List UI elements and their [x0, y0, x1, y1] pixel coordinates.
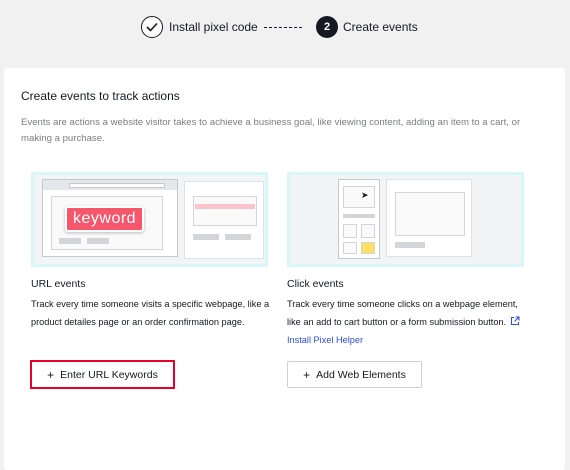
cursor-icon: ➤ — [361, 190, 369, 200]
install-pixel-helper-link[interactable]: Install Pixel Helper — [287, 335, 363, 345]
plus-icon: + — [303, 367, 311, 382]
plus-icon: + — [47, 367, 55, 382]
card-description: Events are actions a website visitor tak… — [21, 117, 521, 144]
setup-stepper: Install pixel code 2 Create events — [0, 16, 570, 40]
step2-label: Create events — [343, 20, 418, 34]
add-web-elements-button[interactable]: + Add Web Elements — [287, 361, 422, 388]
step-connector — [264, 27, 302, 28]
external-link-icon[interactable] — [510, 316, 520, 326]
step1-complete-badge — [141, 16, 163, 38]
click-events-description-block: Track every time someone clicks on a web… — [287, 295, 527, 349]
card-title: Create events to track actions — [21, 89, 180, 103]
url-events-description: Track every time someone visits a specif… — [31, 299, 270, 327]
url-events-title: URL events — [31, 278, 86, 290]
click-events-illustration: ➤ — [287, 172, 524, 267]
click-events-description: Track every time someone clicks on a web… — [287, 299, 518, 327]
illus-desktop-window — [386, 179, 472, 257]
step2-number-badge: 2 — [316, 16, 338, 38]
step1-label: Install pixel code — [169, 20, 258, 34]
illus-side-page — [184, 181, 264, 259]
create-events-card: Create events to track actions Events ar… — [4, 68, 565, 470]
illus-phone-window: ➤ — [338, 179, 380, 259]
enter-url-keywords-label: Enter URL Keywords — [60, 368, 158, 381]
enter-url-keywords-button[interactable]: + Enter URL Keywords — [31, 361, 174, 388]
keyword-badge: keyword — [65, 206, 145, 232]
check-icon — [146, 22, 158, 32]
click-events-title: Click events — [287, 278, 344, 290]
url-events-illustration: keyword — [31, 172, 268, 267]
add-web-elements-label: Add Web Elements — [316, 368, 406, 381]
